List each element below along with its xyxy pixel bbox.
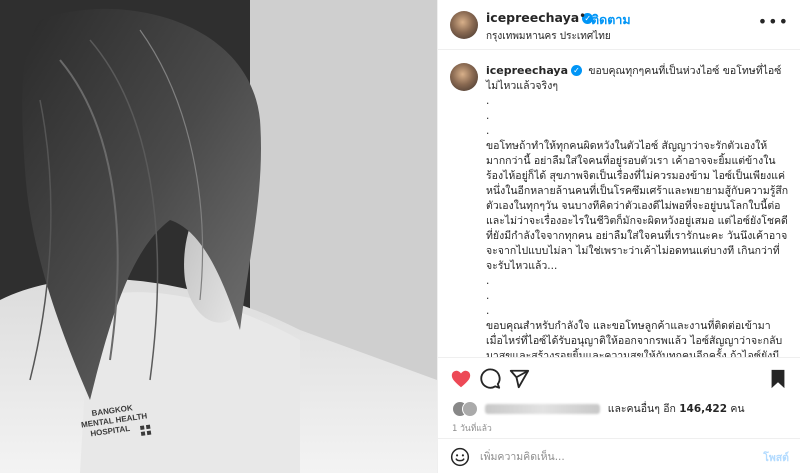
blurred-liker-name — [485, 404, 601, 414]
comment-composer: โพสต์ — [438, 438, 800, 473]
caption-username[interactable]: icepreechaya ✓ — [486, 64, 583, 77]
emoji-icon[interactable] — [450, 447, 470, 467]
action-bar: และคนอื่นๆ อีก 146,422 คน 1 วันที่แล้ว โ… — [438, 357, 800, 473]
woman-portrait-image: BANGKOK MENTAL HEALTH HOSPITAL — [0, 0, 437, 473]
caption-verified-badge-icon: ✓ — [571, 65, 583, 76]
likes-unit: คน — [730, 403, 745, 415]
heart-icon[interactable] — [450, 368, 472, 390]
caption-text-block: icepreechaya ✓ ขอบคุณทุกๆคนที่เป็นห่วงไอซ… — [486, 63, 789, 357]
likes-prefix: และคนอื่นๆ อีก — [607, 403, 676, 415]
comment-icon[interactable] — [479, 368, 501, 390]
liker-avatar — [462, 401, 478, 417]
author-username-text[interactable]: icepreechaya — [486, 10, 579, 25]
post-location[interactable]: กรุงเทพมหานคร ประเทศไทย — [486, 29, 611, 44]
likes-text[interactable]: และคนอื่นๆ อีก 146,422 คน — [608, 403, 745, 415]
caption-text: ขอบคุณทุกๆคนที่เป็นห่วงไอซ์ ขอโทษที่ไอซ์… — [486, 65, 789, 357]
more-options-icon[interactable]: ••• — [758, 12, 789, 31]
post-side-panel: icepreechaya ✓ • ติดตาม กรุงเทพมหานคร ประ… — [437, 0, 800, 473]
post-header: icepreechaya ✓ • ติดตาม กรุงเทพมหานคร ประ… — [438, 0, 800, 50]
share-icon[interactable] — [508, 368, 530, 390]
comment-input[interactable] — [480, 448, 740, 466]
separator-dot: • — [579, 9, 587, 23]
caption-section: icepreechaya ✓ ขอบคุณทุกๆคนที่เป็นห่วงไอซ… — [438, 51, 800, 357]
post-timestamp[interactable]: 1 วันที่แล้ว — [452, 421, 492, 435]
author-username[interactable]: icepreechaya ✓ — [486, 10, 594, 25]
likes-summary[interactable]: และคนอื่นๆ อีก 146,422 คน — [452, 400, 745, 418]
author-avatar[interactable] — [450, 11, 478, 39]
caption-avatar[interactable] — [450, 63, 478, 91]
follow-button[interactable]: ติดตาม — [591, 10, 631, 30]
post-comment-button[interactable]: โพสต์ — [763, 449, 789, 466]
caption-username-text[interactable]: icepreechaya — [486, 64, 568, 77]
likes-count: 146,422 — [679, 403, 728, 415]
post-photo: BANGKOK MENTAL HEALTH HOSPITAL — [0, 0, 437, 473]
bookmark-icon[interactable] — [767, 368, 789, 390]
